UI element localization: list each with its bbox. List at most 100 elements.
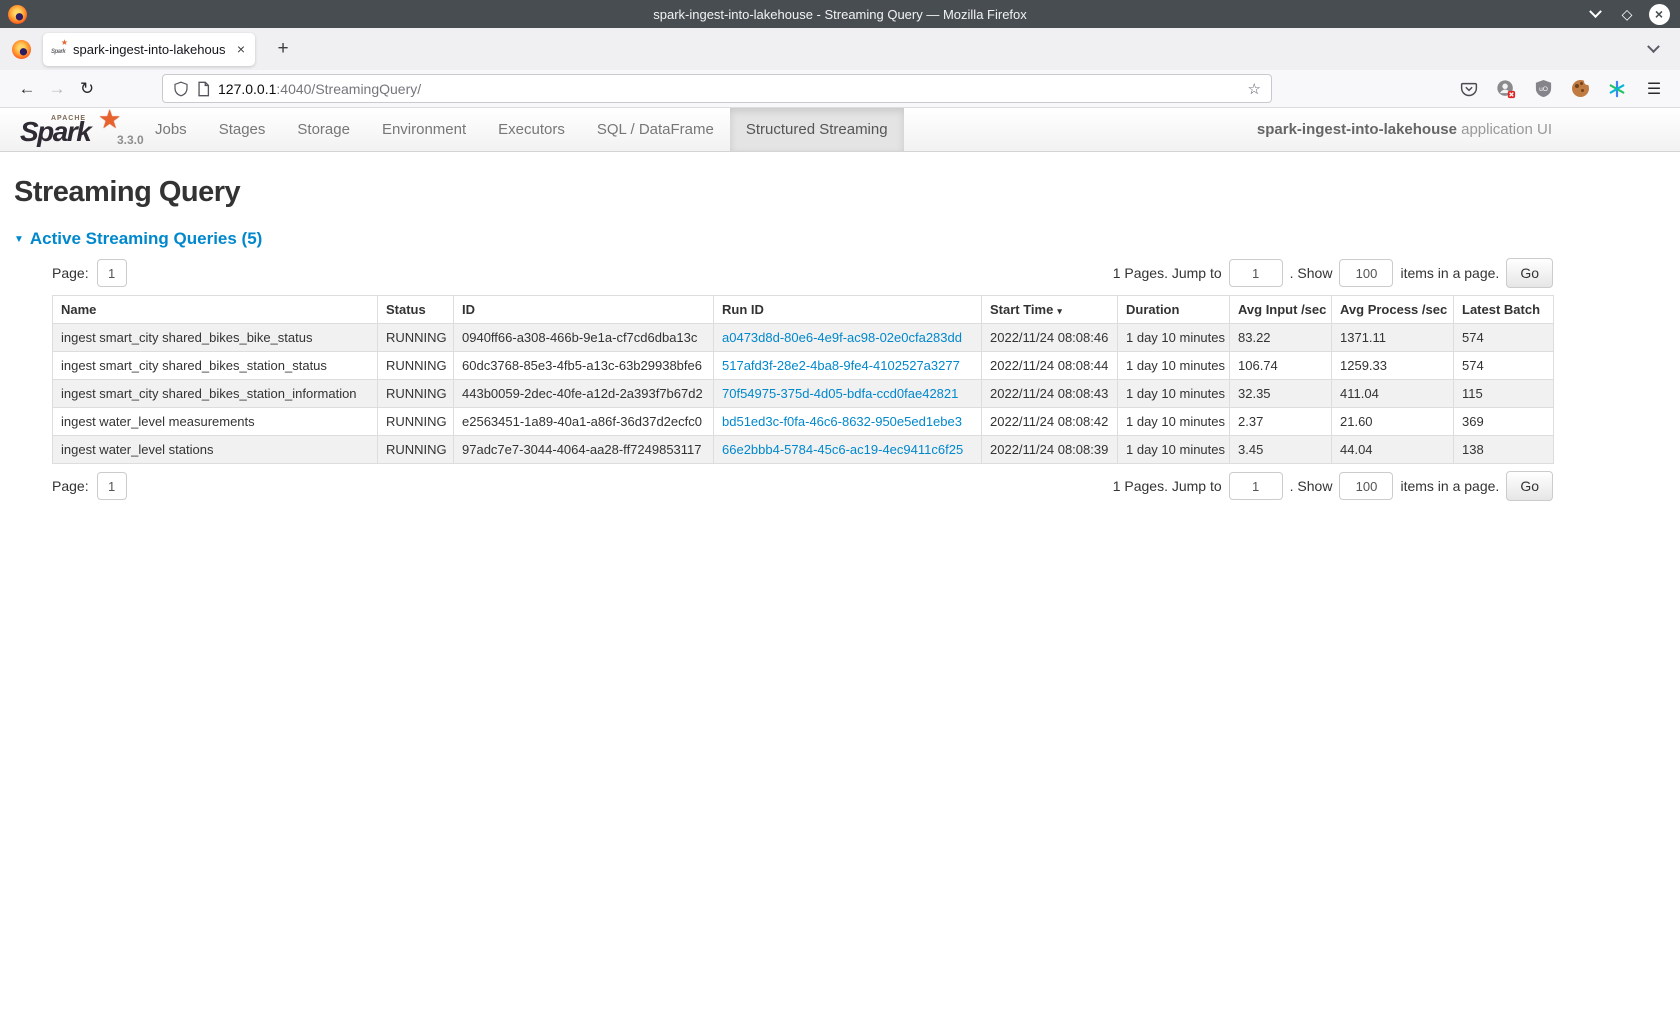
url-bar[interactable]: 127.0.0.1:4040/StreamingQuery/ ☆: [162, 74, 1272, 103]
url-host: 127.0.0.1: [218, 81, 276, 97]
avg-process-cell: 44.04: [1332, 436, 1454, 464]
ublock-origin-icon[interactable]: uO: [1529, 75, 1557, 103]
nav-tab-jobs[interactable]: Jobs: [139, 108, 203, 151]
latest-batch-cell: 574: [1454, 352, 1554, 380]
spark-logo[interactable]: APACHE Spark ★ 3.3.0: [14, 108, 139, 151]
url-path: :4040/StreamingQuery/: [276, 81, 421, 97]
tab-close-icon[interactable]: ×: [235, 41, 247, 57]
page-info-icon: [196, 81, 211, 97]
cookie-extension-icon[interactable]: [1566, 75, 1594, 103]
col-header-avg-process[interactable]: Avg Process /sec: [1332, 296, 1454, 324]
col-header-run-id[interactable]: Run ID: [714, 296, 982, 324]
duration-cell: 1 day 10 minutes: [1118, 324, 1230, 352]
nav-tab-stages[interactable]: Stages: [203, 108, 282, 151]
table-row: ingest smart_city shared_bikes_station_s…: [53, 352, 1554, 380]
jump-to-input[interactable]: [1229, 472, 1283, 500]
page-label: Page:: [52, 478, 89, 494]
window-titlebar: spark-ingest-into-lakehouse - Streaming …: [0, 0, 1680, 28]
duration-cell: 1 day 10 minutes: [1118, 408, 1230, 436]
status-cell: RUNNING: [378, 352, 454, 380]
avg-process-cell: 411.04: [1332, 380, 1454, 408]
col-header-duration[interactable]: Duration: [1118, 296, 1230, 324]
nav-tab-sql-dataframe[interactable]: SQL / DataFrame: [581, 108, 730, 151]
application-suffix: application UI: [1461, 121, 1552, 138]
svg-text:uO: uO: [1539, 86, 1548, 93]
back-button[interactable]: ←: [12, 74, 42, 104]
col-header-status[interactable]: Status: [378, 296, 454, 324]
page-number-input[interactable]: [97, 472, 127, 500]
pager-bottom: Page: 1 Pages. Jump to . Show items in a…: [52, 464, 1553, 508]
id-cell: 97adc7e7-3044-4064-aa28-ff7249853117: [454, 436, 714, 464]
items-text: items in a page.: [1400, 478, 1499, 494]
pages-count-text: 1 Pages. Jump to: [1113, 478, 1222, 494]
active-queries-section-title: Active Streaming Queries (5): [30, 229, 262, 249]
jump-to-input[interactable]: [1229, 259, 1283, 287]
reload-button[interactable]: ↻: [72, 74, 102, 104]
start-time-cell: 2022/11/24 08:08:42: [982, 408, 1118, 436]
window-close-button[interactable]: ×: [1648, 3, 1670, 25]
table-row: ingest water_level stations RUNNING 97ad…: [53, 436, 1554, 464]
run-id-link[interactable]: a0473d8d-80e6-4e9f-ac98-02e0cfa283dd: [722, 330, 962, 345]
run-id-link[interactable]: 517afd3f-28e2-4ba8-9fe4-4102527a3277: [722, 358, 960, 373]
go-button[interactable]: Go: [1506, 258, 1553, 288]
account-extension-icon[interactable]: [1492, 75, 1520, 103]
show-items-input[interactable]: [1339, 259, 1393, 287]
firefox-icon: [12, 40, 31, 59]
show-text: . Show: [1290, 478, 1333, 494]
url-text: 127.0.0.1:4040/StreamingQuery/: [218, 81, 421, 97]
spark-favicon-icon: Spark ★: [51, 41, 67, 57]
bookmark-star-icon[interactable]: ☆: [1248, 80, 1261, 98]
application-name: spark-ingest-into-lakehouse: [1257, 121, 1457, 138]
page-number-input[interactable]: [97, 259, 127, 287]
col-header-name[interactable]: Name: [53, 296, 378, 324]
show-items-input[interactable]: [1339, 472, 1393, 500]
table-row: ingest smart_city shared_bikes_station_i…: [53, 380, 1554, 408]
page-title: Streaming Query: [14, 176, 1666, 209]
avg-input-cell: 32.35: [1230, 380, 1332, 408]
col-header-id[interactable]: ID: [454, 296, 714, 324]
run-id-link[interactable]: 70f54975-375d-4d05-bdfa-ccd0fae42821: [722, 386, 958, 401]
latest-batch-cell: 369: [1454, 408, 1554, 436]
status-cell: RUNNING: [378, 436, 454, 464]
nav-tab-environment[interactable]: Environment: [366, 108, 482, 151]
page-label: Page:: [52, 265, 89, 281]
start-time-cell: 2022/11/24 08:08:44: [982, 352, 1118, 380]
window-maximize-button[interactable]: ◇: [1616, 3, 1638, 25]
query-name-cell: ingest smart_city shared_bikes_station_s…: [53, 352, 378, 380]
forward-button[interactable]: →: [42, 74, 72, 104]
new-tab-button[interactable]: +: [269, 35, 297, 63]
maximize-diamond-icon: ◇: [1622, 7, 1633, 21]
start-time-cell: 2022/11/24 08:08:43: [982, 380, 1118, 408]
run-id-link[interactable]: 66e2bbb4-5784-45c6-ac19-4ec9411c6f25: [722, 442, 963, 457]
nav-tab-executors[interactable]: Executors: [482, 108, 581, 151]
avg-input-cell: 3.45: [1230, 436, 1332, 464]
col-header-avg-input[interactable]: Avg Input /sec: [1230, 296, 1332, 324]
collapse-arrow-icon: ▼: [14, 234, 24, 245]
go-button[interactable]: Go: [1506, 471, 1553, 501]
table-header-row: Name Status ID Run ID Start Time▾ Durati…: [53, 296, 1554, 324]
col-header-latest-batch[interactable]: Latest Batch: [1454, 296, 1554, 324]
latest-batch-cell: 115: [1454, 380, 1554, 408]
active-queries-section-toggle[interactable]: ▼ Active Streaming Queries (5): [14, 229, 1666, 249]
browser-tab-active[interactable]: Spark ★ spark-ingest-into-lakehous ×: [43, 33, 255, 66]
pocket-icon[interactable]: [1455, 75, 1483, 103]
nav-tab-structured-streaming[interactable]: Structured Streaming: [730, 108, 904, 151]
tab-strip: Spark ★ spark-ingest-into-lakehous × +: [0, 28, 1680, 70]
nav-tab-storage[interactable]: Storage: [281, 108, 366, 151]
avg-input-cell: 106.74: [1230, 352, 1332, 380]
window-minimize-button[interactable]: [1584, 3, 1606, 25]
run-id-link[interactable]: bd51ed3c-f0fa-46c6-8632-950e5ed1ebe3: [722, 414, 962, 429]
shield-icon: [173, 81, 189, 97]
status-cell: RUNNING: [378, 408, 454, 436]
tabs-list-chevron-icon[interactable]: [1640, 36, 1666, 62]
start-time-cell: 2022/11/24 08:08:46: [982, 324, 1118, 352]
latest-batch-cell: 574: [1454, 324, 1554, 352]
pager-top: Page: 1 Pages. Jump to . Show items in a…: [52, 251, 1553, 295]
spark-version: 3.3.0: [117, 133, 144, 147]
menu-icon[interactable]: ☰: [1640, 75, 1668, 103]
status-cell: RUNNING: [378, 324, 454, 352]
sparkle-extension-icon[interactable]: [1603, 75, 1631, 103]
id-cell: e2563451-1a89-40a1-a86f-36d37d2ecfc0: [454, 408, 714, 436]
status-cell: RUNNING: [378, 380, 454, 408]
col-header-start-time[interactable]: Start Time▾: [982, 296, 1118, 324]
